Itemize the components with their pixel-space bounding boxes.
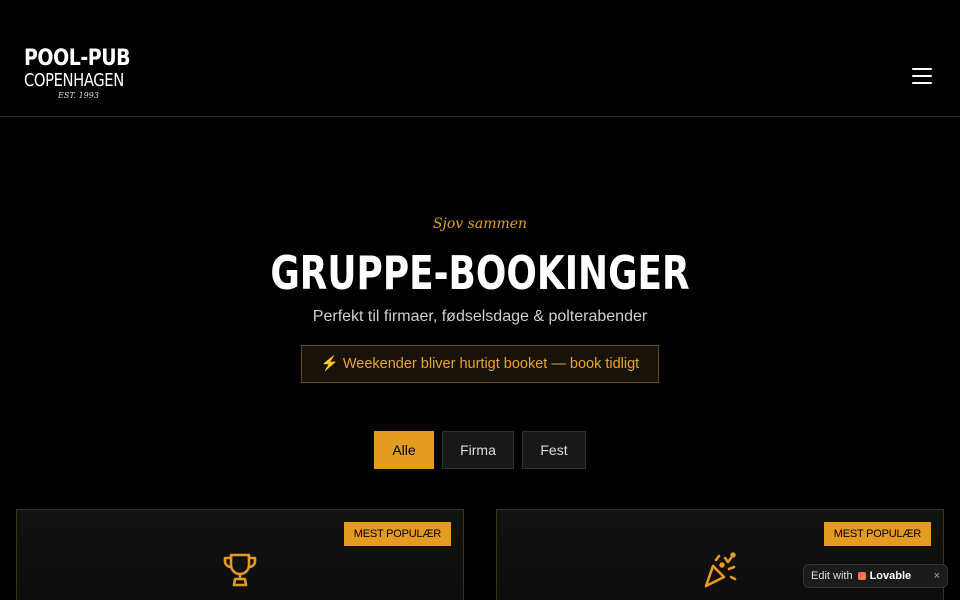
popular-badge: MEST POPULÆR — [823, 522, 931, 546]
logo-line-1: POOL-PUB — [24, 46, 131, 71]
site-header: POOL-PUB COPENHAGEN EST. 1993 — [0, 0, 960, 117]
edit-with-lovable-badge[interactable]: Edit with Lovable × — [803, 564, 948, 588]
logo-line-2: COPENHAGEN — [24, 70, 124, 91]
booking-card[interactable]: MEST POPULÆR — [16, 509, 464, 600]
filter-alle-button[interactable]: Alle — [374, 431, 434, 469]
logo-line-3: EST. 1993 — [58, 91, 99, 100]
trophy-icon — [223, 553, 257, 587]
lovable-brand: Lovable — [869, 570, 912, 582]
hero-subtitle: Perfekt til firmaer, fødselsdage & polte… — [312, 308, 648, 325]
close-icon[interactable]: × — [934, 565, 940, 587]
filter-fest-button[interactable]: Fest — [522, 431, 586, 469]
hero-tagline: Sjov sammen — [432, 216, 528, 232]
filter-firma-button[interactable]: Firma — [442, 431, 514, 469]
logo[interactable]: POOL-PUB COPENHAGEN EST. 1993 — [24, 47, 144, 101]
hamburger-menu-icon[interactable] — [907, 62, 937, 90]
lovable-prefix: Edit with — [811, 570, 853, 582]
lovable-heart-icon — [857, 572, 866, 580]
menu-bar — [912, 82, 932, 84]
party-popper-icon — [704, 552, 737, 588]
popular-badge: MEST POPULÆR — [343, 522, 451, 546]
menu-bar — [912, 68, 932, 70]
page-title: GRUPPE-BOOKINGER — [270, 246, 690, 300]
booking-notice: ⚡ Weekender bliver hurtigt booket — book… — [301, 345, 659, 383]
menu-bar — [912, 75, 932, 77]
